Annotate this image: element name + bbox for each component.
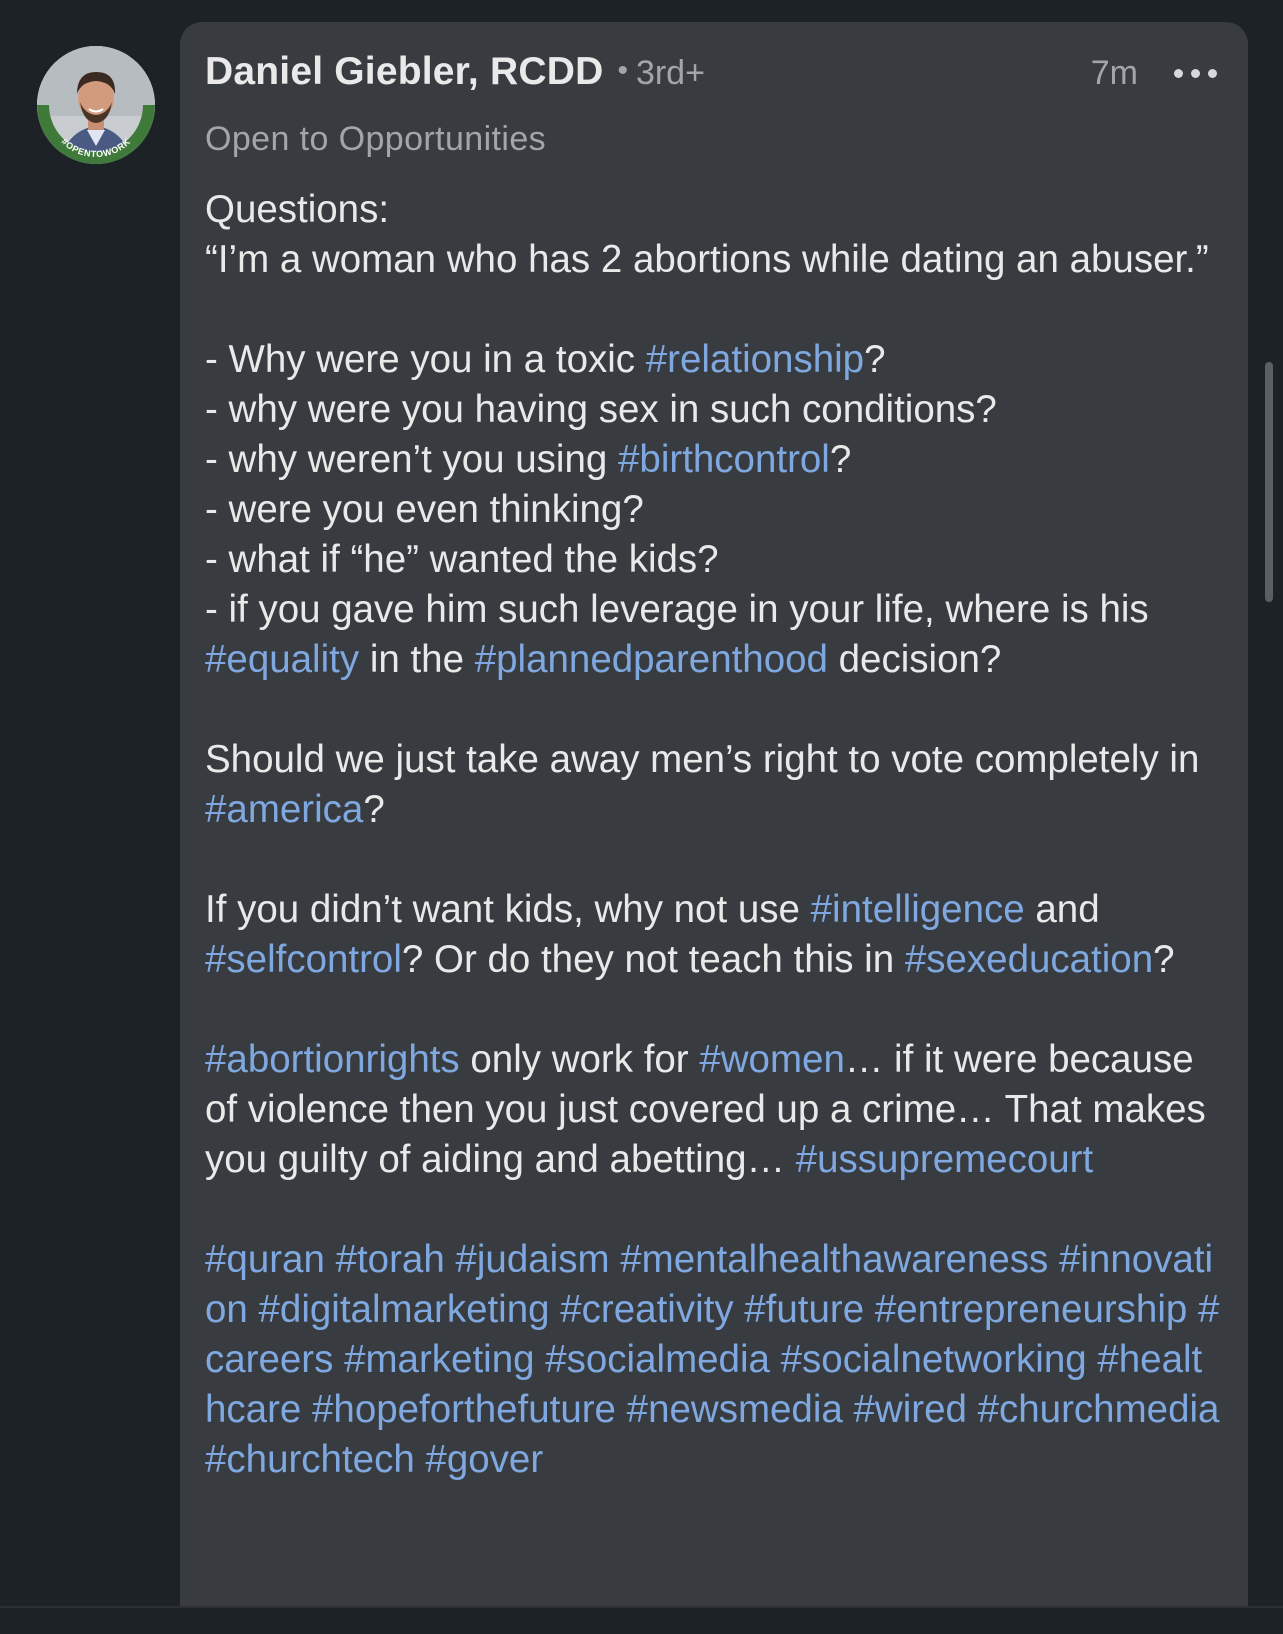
hashtag-sexeducation[interactable]: #sexeducation xyxy=(905,938,1153,981)
hashtag-intelligence[interactable]: #intelligence xyxy=(811,888,1025,931)
author-name[interactable]: Daniel Giebler, RCDD xyxy=(205,50,603,93)
quote-text: “I’m a woman who has 2 abortions while d… xyxy=(205,238,1209,281)
post-body: Questions: “I’m a woman who has 2 aborti… xyxy=(205,185,1223,1485)
connection-degree: 3rd+ xyxy=(635,54,705,92)
question-5: - what if “he” wanted the kids? xyxy=(205,538,719,581)
question-4: - were you even thinking? xyxy=(205,488,644,531)
scrollbar-thumb[interactable] xyxy=(1265,362,1273,602)
hashtag-ussupremecourt[interactable]: #ussupremecourt xyxy=(796,1138,1093,1181)
question-1: - Why were you in a toxic #relationship? xyxy=(205,338,886,381)
hashtag-america[interactable]: #america xyxy=(205,788,363,831)
question-3: - why weren’t you using #birthcontrol? xyxy=(205,438,852,481)
post-header: Daniel Giebler, RCDD • 3rd+ Open to Opport… xyxy=(205,50,1218,160)
post-card: Daniel Giebler, RCDD • 3rd+ Open to Opport… xyxy=(180,22,1248,1634)
connection-separator: • xyxy=(617,54,628,87)
intro-label: Questions: xyxy=(205,188,390,231)
bottom-bar xyxy=(0,1606,1283,1634)
hashtag-plannedparenthood[interactable]: #plannedparenthood xyxy=(475,638,828,681)
question-2: - why were you having sex in such condit… xyxy=(205,388,997,431)
author-headline: Open to Opportunities xyxy=(205,120,547,158)
hashtag-selfcontrol[interactable]: #selfcontrol xyxy=(205,938,402,981)
paragraph-vote: Should we just take away men’s right to … xyxy=(205,738,1200,831)
hashtag-abortionrights[interactable]: #abortionrights xyxy=(205,1038,460,1081)
paragraph-rights: #abortionrights only work for #women… if… xyxy=(205,1038,1206,1181)
avatar-photo: #OPENTOWORK xyxy=(37,46,155,164)
hashtag-equality[interactable]: #equality xyxy=(205,638,359,681)
hashtag-relationship[interactable]: #relationship xyxy=(646,338,864,381)
more-options-icon[interactable] xyxy=(1174,58,1218,88)
hashtag-birthcontrol[interactable]: #birthcontrol xyxy=(618,438,830,481)
question-6: - if you gave him such leverage in your … xyxy=(205,588,1149,681)
hashtag-women[interactable]: #women xyxy=(699,1038,845,1081)
hashtag-list[interactable]: #quran #torah #judaism #mentalhealthawar… xyxy=(205,1235,1223,1485)
author-avatar[interactable]: #OPENTOWORK xyxy=(37,46,155,164)
paragraph-kids: If you didn’t want kids, why not use #in… xyxy=(205,888,1175,981)
author-line: Daniel Giebler, RCDD • 3rd+ xyxy=(205,50,705,94)
post-timestamp: 7m xyxy=(1090,54,1138,92)
